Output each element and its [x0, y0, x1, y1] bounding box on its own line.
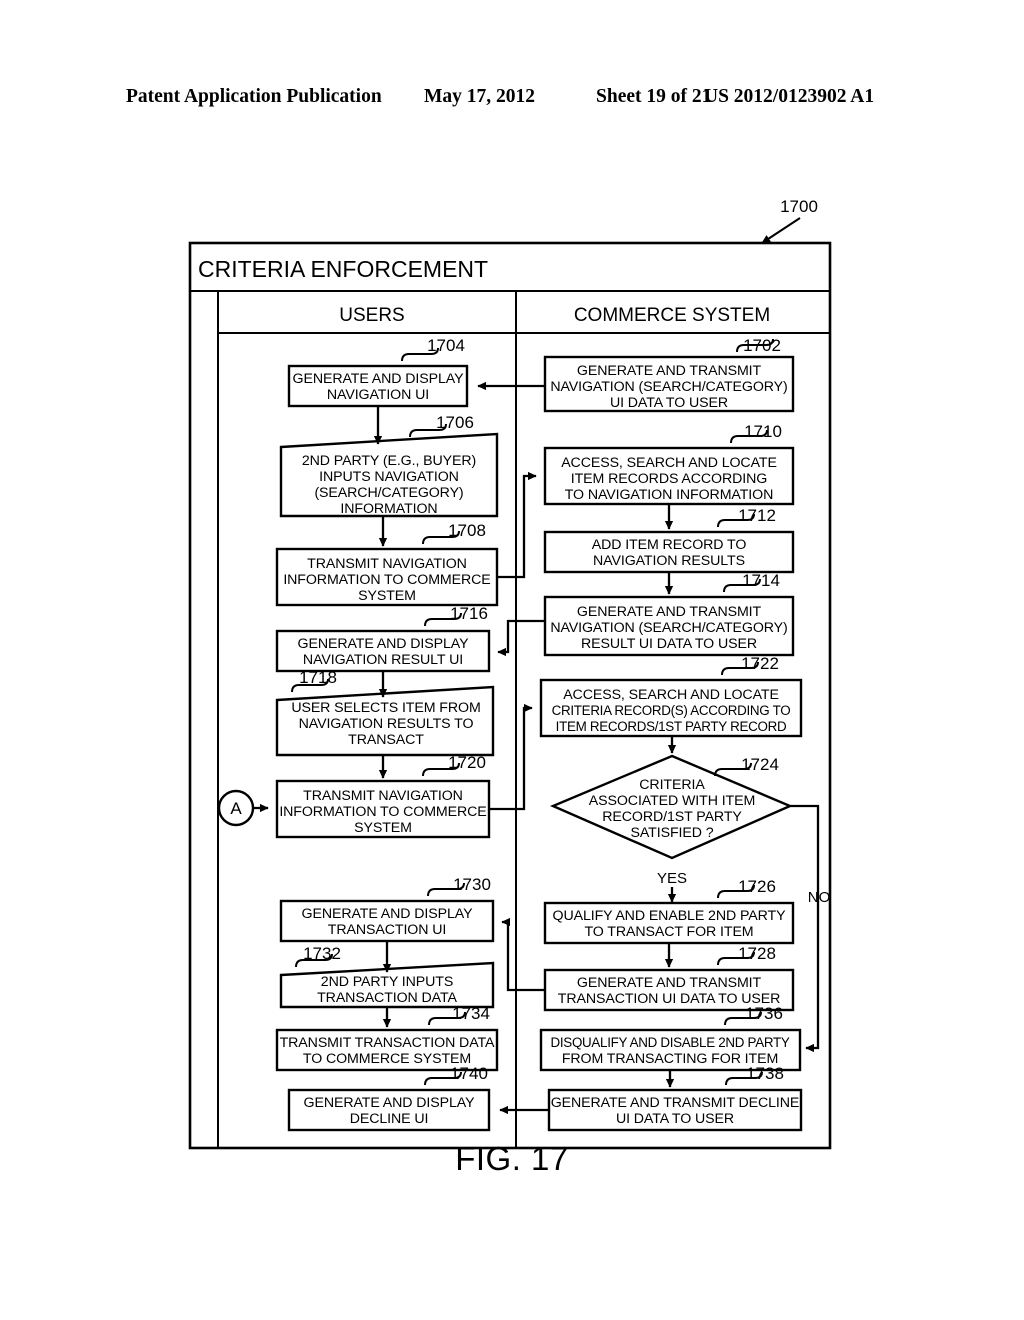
- node-1714-line: NAVIGATION (SEARCH/CATEGORY): [550, 620, 787, 636]
- diagram-ref-leader: [761, 217, 801, 244]
- node-1736-line: DISQUALIFY AND DISABLE 2ND PARTY: [551, 1035, 790, 1050]
- node-1716-line: GENERATE AND DISPLAY: [298, 636, 470, 652]
- node-1732-line: TRANSACTION DATA: [317, 990, 457, 1006]
- node-1702-line: UI DATA TO USER: [610, 395, 728, 411]
- node-1704-ref: 1704: [427, 336, 465, 355]
- node-1734-line: TO COMMERCE SYSTEM: [303, 1051, 471, 1067]
- connector-a-label: A: [230, 799, 242, 818]
- node-1720-line: SYSTEM: [354, 820, 412, 836]
- node-1712-line: NAVIGATION RESULTS: [593, 553, 745, 569]
- node-1740-line: GENERATE AND DISPLAY: [304, 1095, 476, 1111]
- node-1726-line: QUALIFY AND ENABLE 2ND PARTY: [553, 908, 787, 924]
- column-header-users: USERS: [339, 305, 404, 326]
- node-1716-ref: 1716: [450, 604, 488, 623]
- edge-1714-to-1716: [497, 619, 545, 657]
- node-1710-line: ACCESS, SEARCH AND LOCATE: [561, 455, 777, 471]
- node-1718-ref: 1718: [299, 668, 337, 687]
- node-1714-ref: 1714: [742, 571, 780, 590]
- node-1702-line: NAVIGATION (SEARCH/CATEGORY): [550, 379, 787, 395]
- node-1720-line: TRANSMIT NAVIGATION: [303, 788, 463, 804]
- node-1724-line: RECORD/1ST PARTY: [602, 809, 742, 825]
- node-1704-line: GENERATE AND DISPLAY: [293, 371, 465, 387]
- node-1710: 1710 ACCESS, SEARCH AND LOCATE ITEM RECO…: [543, 422, 795, 506]
- node-1718-line: TRANSACT: [348, 732, 424, 748]
- node-1730: 1730 GENERATE AND DISPLAY TRANSACTION UI: [279, 875, 495, 943]
- node-1728-line: GENERATE AND TRANSMIT: [577, 975, 762, 991]
- node-1712-line: ADD ITEM RECORD TO: [592, 537, 747, 553]
- connector-a: A: [217, 789, 269, 827]
- node-1718-line: NAVIGATION RESULTS TO: [299, 716, 474, 732]
- node-1718: 1718 USER SELECTS ITEM FROM NAVIGATION R…: [275, 668, 495, 757]
- node-1730-line: TRANSACTION UI: [328, 922, 446, 938]
- node-1706: 1706 2ND PARTY (E.G., BUYER) INPUTS NAVI…: [279, 413, 499, 518]
- node-1716-line: NAVIGATION RESULT UI: [303, 652, 463, 668]
- node-1722-line: ACCESS, SEARCH AND LOCATE: [563, 687, 779, 703]
- node-1738-line: UI DATA TO USER: [616, 1111, 734, 1127]
- node-1708-ref: 1708: [448, 521, 486, 540]
- node-1732-line: 2ND PARTY INPUTS: [321, 974, 453, 990]
- edge-no-to-1736: [790, 804, 820, 1053]
- node-1708-line: TRANSMIT NAVIGATION: [307, 556, 467, 572]
- node-1740-ref: 1740: [450, 1064, 488, 1083]
- node-1738-ref: 1738: [746, 1064, 784, 1083]
- node-1702-ref: 1702: [743, 336, 781, 355]
- node-1722-line: CRITERIA RECORD(S) ACCORDING TO: [552, 703, 791, 718]
- node-1734-line: TRANSMIT TRANSACTION DATA: [280, 1035, 495, 1051]
- node-1730-ref: 1730: [453, 875, 491, 894]
- node-1702: 1702 GENERATE AND TRANSMIT NAVIGATION (S…: [543, 336, 795, 413]
- node-1706-line: 2ND PARTY (E.G., BUYER): [302, 453, 476, 469]
- node-1706-line: (SEARCH/CATEGORY): [314, 485, 463, 501]
- node-1728-ref: 1728: [738, 944, 776, 963]
- node-1724: 1724 CRITERIA ASSOCIATED WITH ITEM RECOR…: [549, 754, 794, 860]
- node-1732-ref: 1732: [303, 944, 341, 963]
- node-1702-line: GENERATE AND TRANSMIT: [577, 363, 762, 379]
- diagram-title: CRITERIA ENFORCEMENT: [198, 256, 488, 282]
- patent-page: Patent Application Publication May 17, 2…: [0, 0, 1024, 1320]
- node-1710-line: ITEM RECORDS ACCORDING: [571, 471, 767, 487]
- node-1706-line: INFORMATION: [340, 501, 437, 517]
- node-1720-ref: 1720: [448, 753, 486, 772]
- figure-caption: FIG. 17: [455, 1140, 569, 1177]
- node-1716: 1716 GENERATE AND DISPLAY NAVIGATION RES…: [275, 604, 491, 673]
- node-1726-line: TO TRANSACT FOR ITEM: [584, 924, 753, 940]
- node-1706-ref: 1706: [436, 413, 474, 432]
- column-header-commerce-system: COMMERCE SYSTEM: [574, 305, 770, 326]
- node-1736-ref: 1736: [745, 1004, 783, 1023]
- flowchart-diagram: 1700 CRITERIA ENFORCEMENT USERS COMMERCE…: [0, 0, 1024, 1320]
- node-1722-ref: 1722: [741, 654, 779, 673]
- edge-1728-to-1730: [501, 917, 545, 992]
- node-1724-line: SATISFIED ?: [631, 825, 714, 841]
- node-1740-line: DECLINE UI: [350, 1111, 429, 1127]
- node-1736: 1736 DISQUALIFY AND DISABLE 2ND PARTY FR…: [539, 1004, 802, 1072]
- node-1708-line: SYSTEM: [358, 588, 416, 604]
- node-1720-line: INFORMATION TO COMMERCE: [279, 804, 486, 820]
- node-1708: 1708 TRANSMIT NAVIGATION INFORMATION TO …: [275, 521, 499, 607]
- node-1734-ref: 1734: [452, 1004, 490, 1023]
- node-1722: 1722 ACCESS, SEARCH AND LOCATE CRITERIA …: [539, 654, 803, 738]
- node-1714-line: GENERATE AND TRANSMIT: [577, 604, 762, 620]
- node-1718-line: USER SELECTS ITEM FROM: [291, 700, 480, 716]
- edge-1720-to-1722: [489, 703, 533, 811]
- node-1722-line: ITEM RECORDS/1ST PARTY RECORD: [556, 719, 787, 734]
- node-1714-line: RESULT UI DATA TO USER: [581, 636, 757, 652]
- node-1726-ref: 1726: [738, 877, 776, 896]
- node-1706-line: INPUTS NAVIGATION: [319, 469, 459, 485]
- node-1710-ref: 1710: [744, 422, 782, 441]
- node-1730-line: GENERATE AND DISPLAY: [302, 906, 474, 922]
- node-1738-line: GENERATE AND TRANSMIT DECLINE: [551, 1095, 800, 1111]
- node-1712-ref: 1712: [738, 506, 776, 525]
- node-1738: 1738 GENERATE AND TRANSMIT DECLINE UI DA…: [547, 1064, 803, 1132]
- node-1724-line: CRITERIA: [639, 777, 705, 793]
- node-1708-line: INFORMATION TO COMMERCE: [283, 572, 490, 588]
- diagram-ref-number: 1700: [780, 197, 818, 216]
- branch-label-yes: YES: [657, 870, 687, 887]
- node-1740: 1740 GENERATE AND DISPLAY DECLINE UI: [287, 1064, 491, 1132]
- node-1710-line: TO NAVIGATION INFORMATION: [565, 487, 773, 503]
- node-1724-line: ASSOCIATED WITH ITEM: [589, 793, 755, 809]
- node-1704-line: NAVIGATION UI: [327, 387, 429, 403]
- node-1724-ref: 1724: [741, 755, 779, 774]
- node-1704: 1704 GENERATE AND DISPLAY NAVIGATION UI: [287, 336, 469, 408]
